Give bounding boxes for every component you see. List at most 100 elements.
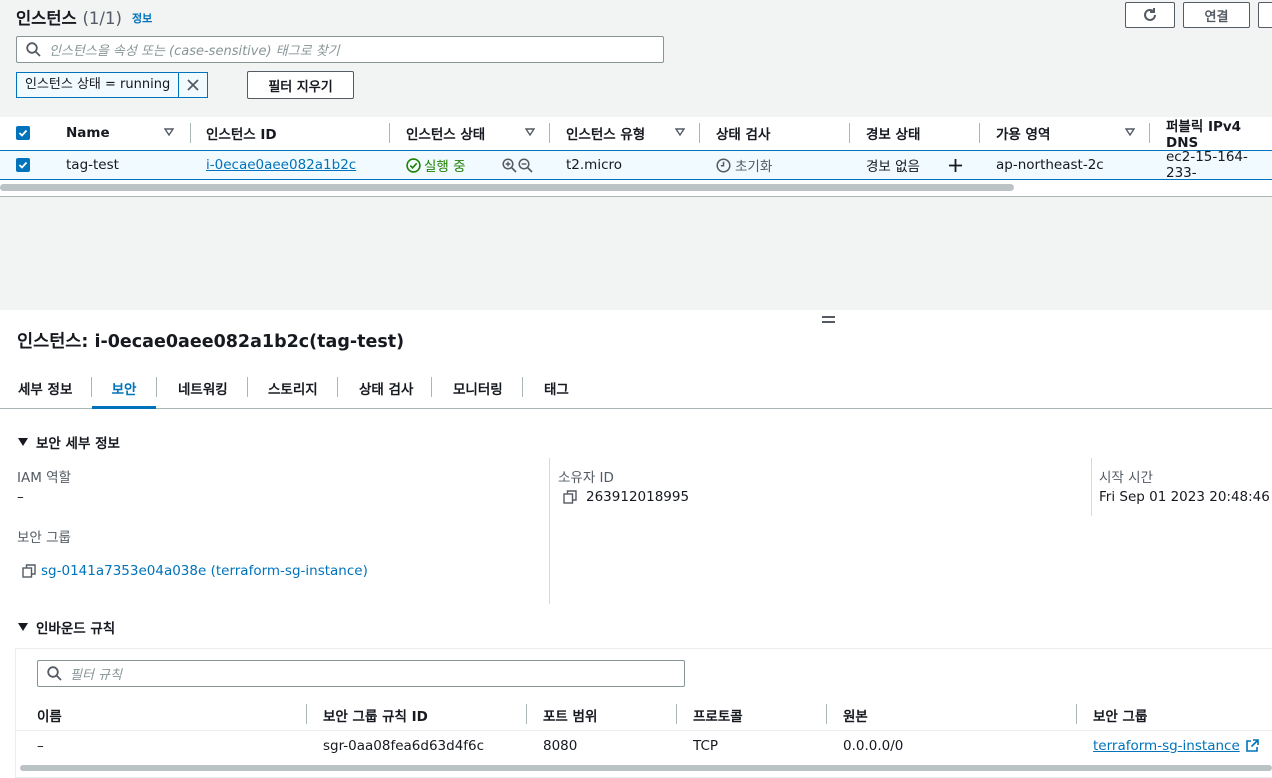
col-instance-type[interactable]: 인스턴스 유형	[566, 117, 645, 149]
sort-icon[interactable]	[1125, 128, 1135, 136]
security-details-toggle[interactable]: 보안 세부 정보	[18, 432, 120, 452]
inbound-rules-toggle[interactable]: 인바운드 규칙	[18, 617, 115, 637]
external-link-icon[interactable]	[1245, 739, 1259, 753]
clear-filters-button[interactable]: 필터 지우기	[247, 71, 354, 99]
col-public-dns[interactable]: 퍼블릭 IPv4 DNS	[1166, 117, 1272, 151]
rule-id: sgr-0aa08fea6d63d4f6c	[323, 738, 485, 754]
col-port-range[interactable]: 포트 범위	[543, 701, 597, 729]
tab-divider	[431, 377, 432, 397]
caret-down-icon	[18, 438, 28, 446]
tab-tags[interactable]: 태그	[544, 370, 569, 406]
alarm-status: 경보 없음	[866, 159, 920, 175]
plus-icon	[949, 158, 962, 172]
col-name[interactable]: Name	[66, 117, 110, 149]
status-check: 초기화	[716, 151, 772, 179]
security-group-item: sg-0141a7353e04a038e (terraform-sg-insta…	[22, 563, 368, 579]
zoom-out-button[interactable]	[518, 151, 533, 179]
filter-rules-input[interactable]: 필터 규칙	[37, 660, 685, 687]
tab-details[interactable]: 세부 정보	[18, 370, 72, 406]
owner-id-value: 263912018995	[586, 489, 690, 505]
column-divider	[1076, 704, 1077, 724]
availability-zone: ap-northeast-2c	[996, 157, 1104, 173]
tab-divider	[522, 377, 523, 397]
column-divider	[826, 704, 827, 724]
page-title: 인스턴스 (1/1)	[16, 9, 122, 28]
inbound-rules-heading: 인바운드 규칙	[36, 621, 116, 637]
horizontal-scrollbar[interactable]	[0, 184, 1014, 191]
column-divider	[849, 123, 850, 143]
filter-rules-placeholder: 필터 규칙	[70, 668, 122, 683]
copy-icon[interactable]	[563, 490, 577, 504]
tab-storage[interactable]: 스토리지	[268, 370, 318, 406]
tab-divider	[247, 377, 248, 397]
rule-sg-item: terraform-sg-instance	[1093, 735, 1259, 757]
col-security-group[interactable]: 보안 그룹	[1093, 701, 1147, 729]
connect-button[interactable]: 연결	[1183, 2, 1250, 28]
refresh-button[interactable]	[1125, 2, 1175, 28]
clock-icon	[716, 157, 731, 173]
security-group-link[interactable]: sg-0141a7353e04a038e (terraform-sg-insta…	[41, 563, 368, 579]
sort-icon[interactable]	[675, 128, 685, 136]
owner-id-item: 263912018995	[563, 489, 689, 505]
col-rule-id[interactable]: 보안 그룹 규칙 ID	[323, 701, 428, 729]
info-link[interactable]: 정보	[132, 10, 152, 26]
zoom-in-icon	[502, 157, 517, 173]
copy-icon[interactable]	[22, 564, 36, 578]
column-divider	[389, 123, 390, 143]
actions-button[interactable]	[1258, 2, 1272, 28]
col-alarm-status[interactable]: 경보 상태	[866, 117, 920, 149]
refresh-icon	[1144, 8, 1156, 21]
detail-tabs: 세부 정보 보안 네트워킹 스토리지 상태 검사 모니터링 태그	[0, 370, 1272, 409]
tab-security[interactable]: 보안	[92, 370, 156, 409]
security-details-heading: 보안 세부 정보	[36, 436, 120, 452]
col-instance-state[interactable]: 인스턴스 상태	[406, 117, 485, 149]
tab-monitoring[interactable]: 모니터링	[453, 370, 503, 406]
caret-down-icon	[18, 623, 28, 631]
col-instance-id[interactable]: 인스턴스 ID	[206, 117, 277, 149]
column-divider	[979, 123, 980, 143]
col-rule-name[interactable]: 이름	[37, 701, 62, 729]
checkbox-checked-icon	[16, 158, 30, 172]
detail-title: 인스턴스: i-0ecae0aee082a1b2c(tag-test)	[17, 332, 405, 352]
column-divider	[549, 458, 550, 604]
rule-port: 8080	[543, 738, 578, 754]
column-divider	[1149, 123, 1150, 143]
tab-networking[interactable]: 네트워킹	[178, 370, 228, 406]
sort-icon[interactable]	[525, 128, 535, 136]
drag-handle-icon	[822, 316, 835, 318]
search-placeholder: 인스턴스을 속성 또는 (case-sensitive) 태그로 찾기	[49, 44, 340, 59]
add-alarm-button[interactable]	[948, 151, 963, 179]
column-divider	[306, 704, 307, 724]
tab-status-checks[interactable]: 상태 검사	[359, 370, 413, 406]
table-row[interactable]: tag-test i-0ecae0aee082a1b2c 실행 중 t2.mic…	[0, 149, 1272, 181]
column-divider	[676, 704, 677, 724]
rule-sg-link[interactable]: terraform-sg-instance	[1093, 738, 1240, 754]
col-status-check[interactable]: 상태 검사	[716, 117, 770, 149]
column-divider	[1091, 458, 1092, 516]
sort-icon[interactable]	[164, 128, 174, 136]
col-protocol[interactable]: 프로토콜	[693, 701, 743, 729]
col-availability-zone[interactable]: 가용 영역	[996, 117, 1050, 149]
remove-filter-button[interactable]	[179, 73, 207, 97]
instance-name: tag-test	[66, 157, 119, 173]
instance-id-link[interactable]: i-0ecae0aee082a1b2c	[206, 151, 356, 179]
resize-handle[interactable]	[822, 316, 835, 323]
row-checkbox[interactable]	[16, 151, 30, 179]
column-divider	[549, 123, 550, 143]
rule-name: –	[37, 738, 44, 754]
filter-chip-label: 인스턴스 상태 = running	[17, 73, 180, 97]
owner-id-label: 소유자 ID	[558, 470, 614, 486]
column-divider	[699, 123, 700, 143]
iam-role-label: IAM 역할	[17, 470, 71, 486]
rule-protocol: TCP	[693, 738, 719, 754]
instance-type: t2.micro	[566, 157, 623, 173]
col-source[interactable]: 원본	[843, 701, 868, 729]
zoom-in-button[interactable]	[502, 151, 517, 179]
security-group-label: 보안 그룹	[17, 530, 71, 546]
select-all-checkbox[interactable]	[16, 117, 30, 149]
search-input[interactable]: 인스턴스을 속성 또는 (case-sensitive) 태그로 찾기	[16, 36, 664, 63]
instance-state: 실행 중	[406, 151, 466, 179]
iam-role-value: –	[17, 489, 24, 505]
horizontal-scrollbar[interactable]	[20, 765, 1272, 771]
launch-time-value: Fri Sep 01 2023 20:48:46 G	[1099, 489, 1272, 505]
